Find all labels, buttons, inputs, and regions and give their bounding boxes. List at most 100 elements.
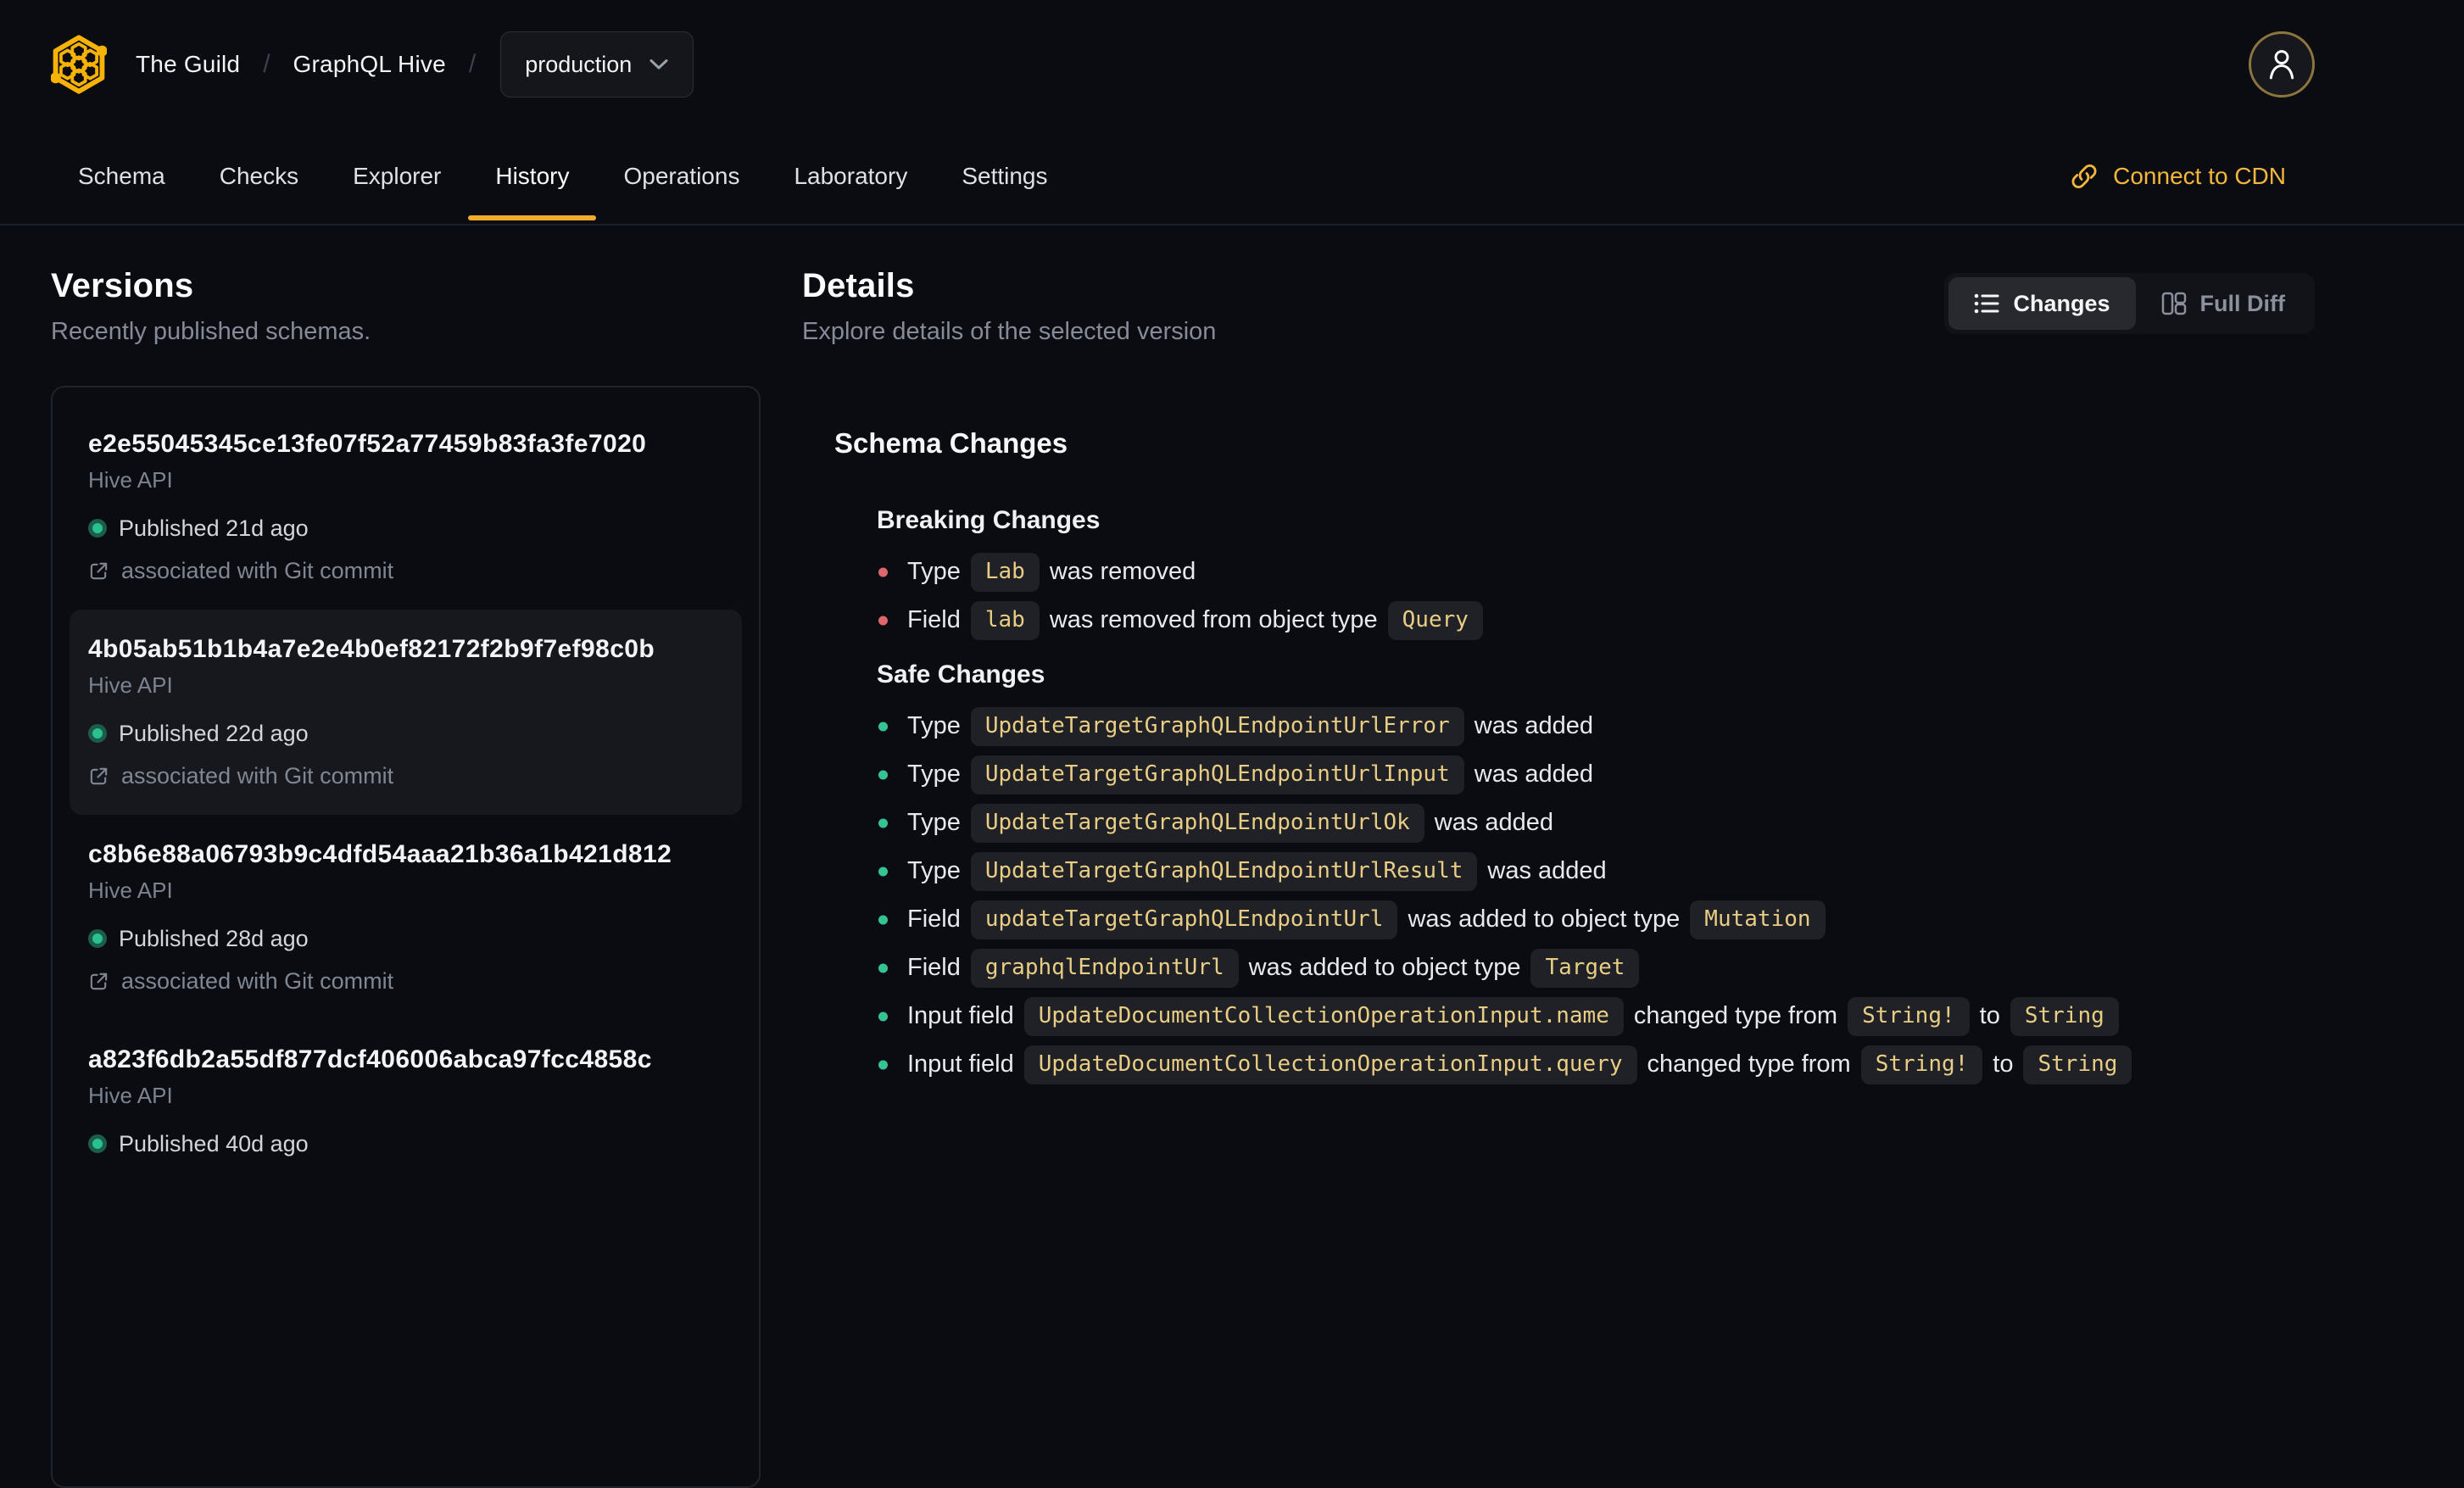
code-chip: updateTargetGraphQLEndpointUrl: [970, 900, 1398, 939]
details-subtitle: Explore details of the selected version: [802, 318, 1217, 345]
published-label: Published 21d ago: [119, 516, 309, 541]
code-chip: UpdateTargetGraphQLEndpointUrlOk: [970, 803, 1424, 843]
change-item: Input field UpdateDocumentCollectionOpera…: [907, 1040, 2315, 1089]
connect-to-cdn-link[interactable]: Connect to CDN: [2071, 129, 2286, 224]
safe-changes-section: Safe Changes Type UpdateTargetGraphQLEndpo…: [877, 660, 2315, 1089]
main-content: Versions Recently published schemas. e2e…: [0, 226, 2464, 1488]
full-diff-view-button[interactable]: Full Diff: [2136, 277, 2311, 330]
schema-changes: Breaking Changes Type Lab was removed Field l…: [802, 505, 2315, 1089]
versions-list: e2e55045345ce13fe07f52a77459b83fa3fe7020…: [51, 386, 761, 1488]
service-name: Hive API: [88, 467, 173, 493]
git-commit-label: associated with Git commit: [121, 558, 394, 583]
user-menu-button[interactable]: [2249, 31, 2315, 98]
change-item: Type Lab was removed: [907, 548, 2315, 596]
change-text: Input field: [907, 1002, 1014, 1029]
version-item[interactable]: a823f6db2a55df877dcf406006abca97fcc4858c…: [70, 1020, 742, 1183]
list-icon: [1975, 293, 1999, 314]
change-item: Type UpdateTargetGraphQLEndpointUrlOk was …: [907, 799, 2315, 847]
tab-operations[interactable]: Operations: [596, 129, 767, 224]
change-text: Type: [907, 712, 961, 739]
change-text: was added: [1487, 857, 1607, 884]
tab-settings[interactable]: Settings: [934, 129, 1074, 224]
section-title: Safe Changes: [877, 660, 1045, 688]
target-selector-value: production: [525, 51, 633, 77]
git-commit-link[interactable]: associated with Git commit: [88, 762, 723, 789]
change-text: Type: [907, 809, 961, 836]
change-item: Type UpdateTargetGraphQLEndpointUrlResult…: [907, 847, 2315, 895]
view-toggle: Changes Full Diff: [1944, 273, 2315, 334]
change-text: to: [1993, 1051, 2014, 1078]
published-dot-icon: [88, 929, 107, 948]
git-commit-label: associated with Git commit: [121, 763, 394, 789]
version-item[interactable]: 4b05ab51b1b4a7e2e4b0ef82172f2b9f7ef98c0b…: [70, 610, 742, 815]
main-nav: Schema Checks Explorer History Operations Lab…: [51, 129, 1075, 224]
change-text: was added to object type: [1408, 906, 1681, 933]
change-text: Type: [907, 761, 961, 788]
top-bar: The Guild / GraphQL Hive / production: [0, 0, 2464, 129]
git-commit-link[interactable]: associated with Git commit: [88, 967, 723, 995]
code-chip: lab: [970, 600, 1040, 640]
changes-view-button[interactable]: Changes: [1948, 277, 2136, 330]
service-name: Hive API: [88, 1083, 173, 1108]
code-chip: String!: [1860, 1045, 1983, 1084]
change-text: changed type from: [1647, 1051, 1851, 1078]
change-item: Type UpdateTargetGraphQLEndpointUrlInput w…: [907, 750, 2315, 799]
tab-schema[interactable]: Schema: [51, 129, 192, 224]
connect-to-cdn-label: Connect to CDN: [2113, 163, 2286, 189]
change-item: Field graphqlEndpointUrl was added to obje…: [907, 944, 2315, 992]
breadcrumb-project[interactable]: GraphQL Hive: [293, 51, 446, 78]
version-hash: a823f6db2a55df877dcf406006abca97fcc4858c: [88, 1045, 652, 1073]
version-hash: e2e55045345ce13fe07f52a77459b83fa3fe7020: [88, 430, 647, 458]
schema-changes-title: Schema Changes: [834, 427, 1068, 459]
published-dot-icon: [88, 724, 107, 743]
code-chip: Lab: [970, 552, 1040, 592]
code-chip: String: [2023, 1045, 2132, 1084]
change-text: Type: [907, 558, 961, 585]
nav-bar: Schema Checks Explorer History Operations Lab…: [0, 129, 2464, 224]
details-title-block: Details Explore details of the selected …: [802, 266, 1216, 346]
version-item[interactable]: c8b6e88a06793b9c4dfd54aaa21b36a1b421d812…: [70, 815, 742, 1020]
git-commit-link[interactable]: associated with Git commit: [88, 557, 723, 584]
service-name: Hive API: [88, 672, 173, 698]
change-text: Field: [907, 606, 961, 633]
tab-laboratory[interactable]: Laboratory: [767, 129, 934, 224]
published-status: Published 28d ago: [88, 925, 723, 952]
change-text: Input field: [907, 1051, 1014, 1078]
tab-explorer[interactable]: Explorer: [326, 129, 468, 224]
breadcrumb-separator: /: [468, 50, 477, 78]
code-chip: UpdateDocumentCollectionOperationInput.n…: [1023, 996, 1624, 1036]
published-dot-icon: [88, 1134, 107, 1153]
target-selector[interactable]: production: [500, 31, 694, 98]
change-text: to: [1979, 1002, 2000, 1029]
breadcrumb-org[interactable]: The Guild: [136, 51, 240, 78]
published-label: Published 22d ago: [119, 721, 309, 746]
change-item: Type UpdateTargetGraphQLEndpointUrlError w…: [907, 702, 2315, 750]
published-status: Published 22d ago: [88, 720, 723, 747]
code-chip: UpdateTargetGraphQLEndpointUrlInput: [970, 755, 1464, 794]
details-header: Details Explore details of the selected …: [802, 266, 2315, 346]
user-icon: [2269, 50, 2294, 80]
change-text: was added to object type: [1248, 954, 1521, 981]
details-panel: Details Explore details of the selected …: [802, 266, 2315, 1488]
link-icon: [2071, 164, 2097, 188]
versions-title: Versions: [51, 267, 194, 304]
change-text: was added: [1474, 761, 1594, 788]
code-chip: Query: [1387, 600, 1483, 640]
change-text: was added: [1434, 809, 1554, 836]
tab-history[interactable]: History: [468, 129, 597, 224]
view-toggle-label: Full Diff: [2199, 290, 2285, 316]
published-label: Published 40d ago: [119, 1131, 309, 1156]
change-list: Type UpdateTargetGraphQLEndpointUrlError w…: [877, 702, 2315, 1089]
breadcrumb-separator: /: [263, 50, 270, 78]
code-chip: String!: [1848, 996, 1970, 1036]
version-hash: 4b05ab51b1b4a7e2e4b0ef82172f2b9f7ef98c0b: [88, 635, 655, 663]
tab-checks[interactable]: Checks: [192, 129, 326, 224]
graphql-hive-logo-icon[interactable]: [51, 34, 107, 95]
version-hash: c8b6e88a06793b9c4dfd54aaa21b36a1b421d812: [88, 840, 672, 868]
published-status: Published 40d ago: [88, 1130, 723, 1157]
git-commit-label: associated with Git commit: [121, 968, 394, 994]
version-item[interactable]: e2e55045345ce13fe07f52a77459b83fa3fe7020…: [70, 404, 742, 610]
chevron-down-icon: [649, 59, 668, 70]
change-text: Type: [907, 857, 961, 884]
change-text: Field: [907, 906, 961, 933]
